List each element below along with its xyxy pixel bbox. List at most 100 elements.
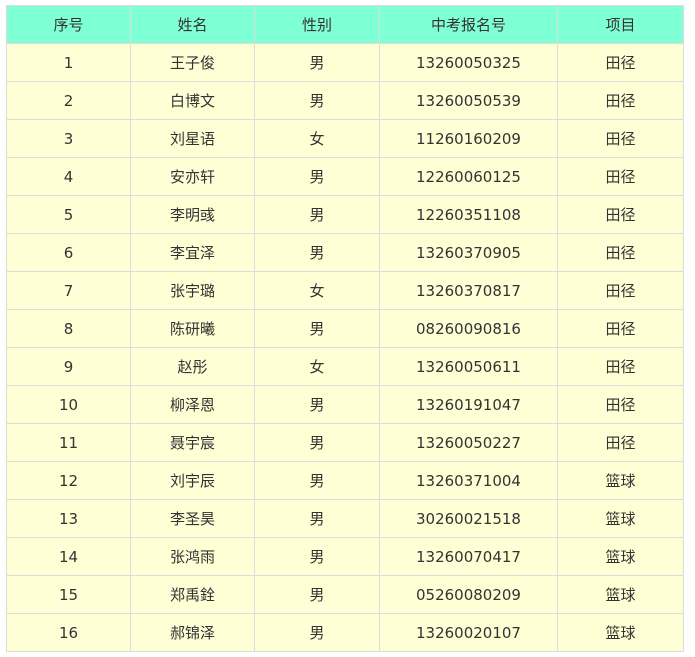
cell-exam-id: 05260080209 [379, 575, 558, 614]
cell-exam-id: 11260160209 [379, 119, 558, 158]
cell-event: 田径 [557, 233, 684, 272]
cell-event: 田径 [557, 347, 684, 386]
cell-gender: 男 [254, 157, 380, 196]
cell-index: 13 [6, 499, 131, 538]
cell-name: 刘星语 [130, 119, 255, 158]
table-row: 12 刘宇辰男 13260371004 篮球 [6, 461, 684, 500]
cell-index: 4 [6, 157, 131, 196]
cell-index: 15 [6, 575, 131, 614]
cell-gender: 男 [254, 309, 380, 348]
cell-index: 2 [6, 81, 131, 120]
student-table: 序号 姓名 性别 中考报名号 项目 1 王子俊男 13260050325 田径 2 白博文… [6, 5, 684, 652]
cell-name: 赵彤 [130, 347, 255, 386]
cell-event: 田径 [557, 271, 684, 310]
header-exam-id: 中考报名号 [379, 5, 558, 44]
cell-gender: 男 [254, 575, 380, 614]
cell-name: 李圣昊 [130, 499, 255, 538]
header-index: 序号 [6, 5, 131, 44]
cell-index: 14 [6, 537, 131, 576]
cell-exam-id: 13260050611 [379, 347, 558, 386]
cell-event: 田径 [557, 309, 684, 348]
cell-gender: 男 [254, 423, 380, 462]
cell-name: 柳泽恩 [130, 385, 255, 424]
table-row: 6 李宜泽男 13260370905 田径 [6, 233, 684, 272]
cell-event: 篮球 [557, 499, 684, 538]
header-row: 序号 姓名 性别 中考报名号 项目 [6, 5, 684, 44]
cell-index: 8 [6, 309, 131, 348]
cell-name: 张鸿雨 [130, 537, 255, 576]
cell-gender: 男 [254, 43, 380, 82]
cell-index: 12 [6, 461, 131, 500]
cell-name: 李宜泽 [130, 233, 255, 272]
cell-event: 篮球 [557, 575, 684, 614]
cell-gender: 男 [254, 81, 380, 120]
cell-index: 10 [6, 385, 131, 424]
cell-name: 郑禹銓 [130, 575, 255, 614]
table-body: 1 王子俊男 13260050325 田径 2 白博文男 13260050539 田径 3 刘星语… [6, 43, 684, 652]
student-table-container: 序号 姓名 性别 中考报名号 项目 1 王子俊男 13260050325 田径 2 白博文… [6, 5, 684, 652]
cell-event: 田径 [557, 385, 684, 424]
table-row: 11 聂宇宸男 13260050227 田径 [6, 423, 684, 462]
cell-index: 7 [6, 271, 131, 310]
cell-exam-id: 13260050539 [379, 81, 558, 120]
cell-exam-id: 13260070417 [379, 537, 558, 576]
cell-index: 1 [6, 43, 131, 82]
cell-exam-id: 13260370817 [379, 271, 558, 310]
cell-name: 陈研曦 [130, 309, 255, 348]
cell-exam-id: 13260371004 [379, 461, 558, 500]
table-row: 2 白博文男 13260050539 田径 [6, 81, 684, 120]
table-row: 4 安亦轩男 12260060125 田径 [6, 157, 684, 196]
cell-exam-id: 12260351108 [379, 195, 558, 234]
cell-gender: 女 [254, 271, 380, 310]
table-row: 8 陈研曦男 08260090816 田径 [6, 309, 684, 348]
cell-name: 安亦轩 [130, 157, 255, 196]
cell-gender: 女 [254, 347, 380, 386]
table-header: 序号 姓名 性别 中考报名号 项目 [6, 5, 684, 44]
cell-exam-id: 13260050227 [379, 423, 558, 462]
cell-name: 郝锦泽 [130, 613, 255, 652]
cell-event: 田径 [557, 43, 684, 82]
header-event: 项目 [557, 5, 684, 44]
cell-index: 5 [6, 195, 131, 234]
cell-event: 篮球 [557, 461, 684, 500]
cell-exam-id: 30260021518 [379, 499, 558, 538]
table-row: 3 刘星语女 11260160209 田径 [6, 119, 684, 158]
cell-exam-id: 13260050325 [379, 43, 558, 82]
cell-exam-id: 13260191047 [379, 385, 558, 424]
cell-name: 白博文 [130, 81, 255, 120]
cell-event: 田径 [557, 119, 684, 158]
cell-exam-id: 12260060125 [379, 157, 558, 196]
table-row: 5 李明彧男 12260351108 田径 [6, 195, 684, 234]
table-row: 1 王子俊男 13260050325 田径 [6, 43, 684, 82]
header-gender: 性别 [254, 5, 380, 44]
table-row: 15 郑禹銓男 05260080209 篮球 [6, 575, 684, 614]
cell-index: 9 [6, 347, 131, 386]
cell-gender: 男 [254, 461, 380, 500]
cell-event: 田径 [557, 423, 684, 462]
cell-event: 田径 [557, 157, 684, 196]
cell-exam-id: 13260020107 [379, 613, 558, 652]
table-row: 14 张鸿雨男 13260070417 篮球 [6, 537, 684, 576]
cell-name: 聂宇宸 [130, 423, 255, 462]
table-row: 7 张宇璐女 13260370817 田径 [6, 271, 684, 310]
table-row: 10 柳泽恩男 13260191047 田径 [6, 385, 684, 424]
table-row: 16 郝锦泽男 13260020107 篮球 [6, 613, 684, 652]
cell-event: 田径 [557, 81, 684, 120]
cell-event: 篮球 [557, 537, 684, 576]
cell-name: 刘宇辰 [130, 461, 255, 500]
table-row: 13 李圣昊男 30260021518 篮球 [6, 499, 684, 538]
cell-exam-id: 13260370905 [379, 233, 558, 272]
cell-name: 李明彧 [130, 195, 255, 234]
cell-event: 篮球 [557, 613, 684, 652]
cell-name: 王子俊 [130, 43, 255, 82]
cell-gender: 女 [254, 119, 380, 158]
cell-gender: 男 [254, 613, 380, 652]
cell-gender: 男 [254, 385, 380, 424]
cell-gender: 男 [254, 499, 380, 538]
cell-gender: 男 [254, 195, 380, 234]
cell-index: 11 [6, 423, 131, 462]
cell-gender: 男 [254, 537, 380, 576]
table-row: 9 赵彤女 13260050611 田径 [6, 347, 684, 386]
cell-index: 16 [6, 613, 131, 652]
cell-gender: 男 [254, 233, 380, 272]
